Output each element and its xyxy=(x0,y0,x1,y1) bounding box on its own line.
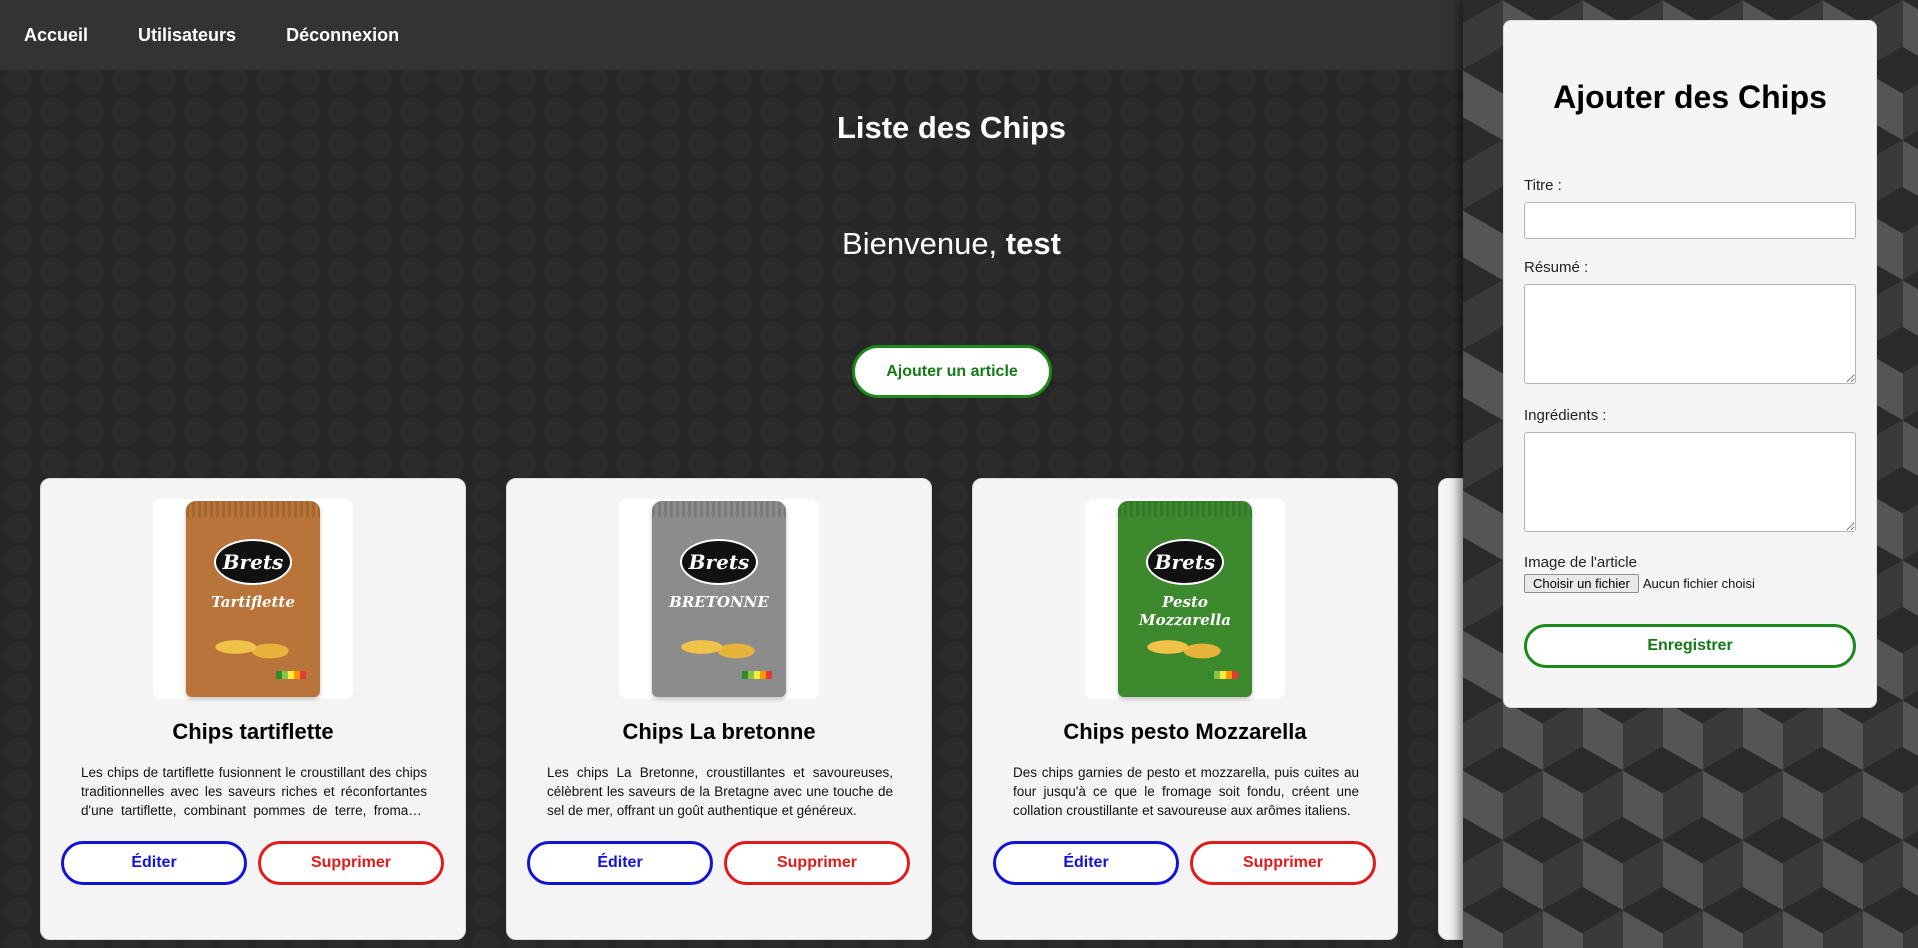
bag-flavor-text: Tartiflette xyxy=(211,593,295,611)
image-label: Image de l'article xyxy=(1524,554,1637,571)
chips-card: Brets BRETONNE Chips La bretonne Les chi… xyxy=(506,478,932,940)
bag-flavor-text: Pesto Mozzarella xyxy=(1139,593,1231,629)
summary-label: Résumé : xyxy=(1524,259,1589,276)
nav-link-deconnexion[interactable]: Déconnexion xyxy=(286,25,399,46)
brand-logo: Brets xyxy=(1146,539,1224,585)
ingredients-textarea[interactable] xyxy=(1524,432,1856,532)
card-description: Les chips La Bretonne, croustillantes et… xyxy=(547,765,893,818)
edit-button[interactable]: Éditer xyxy=(527,841,713,885)
summary-textarea[interactable] xyxy=(1524,284,1856,384)
chips-image: Brets Pesto Mozzarella xyxy=(1085,499,1285,699)
add-chips-side-panel: Ajouter des Chips Titre : Résumé : Ingré… xyxy=(1463,0,1918,948)
delete-button[interactable]: Supprimer xyxy=(1190,841,1376,885)
nav-link-accueil[interactable]: Accueil xyxy=(24,25,88,46)
bag-flavor-text: BRETONNE xyxy=(669,593,769,611)
chips-image: Brets BRETONNE xyxy=(619,499,819,699)
card-title: Chips tartiflette xyxy=(172,719,334,744)
title-input[interactable] xyxy=(1524,202,1856,239)
file-input: Choisir un fichier Aucun fichier choisi xyxy=(1524,574,1755,593)
save-button[interactable]: Enregistrer xyxy=(1524,624,1856,668)
file-status-text: Aucun fichier choisi xyxy=(1642,576,1755,591)
card-title: Chips La bretonne xyxy=(622,719,816,744)
add-article-button[interactable]: Ajouter un article xyxy=(852,345,1052,398)
chips-card: Brets Pesto Mozzarella Chips pesto Mozza… xyxy=(972,478,1398,940)
form-title: Ajouter des Chips xyxy=(1553,79,1827,115)
ingredients-label: Ingrédients : xyxy=(1524,407,1607,424)
card-description: Les chips de tartiflette fusionnent le c… xyxy=(81,765,427,818)
edit-button[interactable]: Éditer xyxy=(61,841,247,885)
chips-image: Brets Tartiflette xyxy=(153,499,353,699)
chips-bag-picture: Brets BRETONNE xyxy=(652,501,786,697)
brand-logo: Brets xyxy=(214,539,292,585)
brand-logo: Brets xyxy=(680,539,758,585)
delete-button[interactable]: Supprimer xyxy=(258,841,444,885)
chips-bag-picture: Brets Pesto Mozzarella xyxy=(1118,501,1252,697)
title-label: Titre : xyxy=(1524,177,1562,194)
chips-card: Brets Tartiflette Chips tartiflette Les … xyxy=(40,478,466,940)
nav-link-utilisateurs[interactable]: Utilisateurs xyxy=(138,25,236,46)
card-title: Chips pesto Mozzarella xyxy=(1063,719,1307,744)
welcome-prefix: Bienvenue, xyxy=(842,226,998,261)
username: test xyxy=(1005,226,1061,261)
chips-bag-picture: Brets Tartiflette xyxy=(186,501,320,697)
edit-button[interactable]: Éditer xyxy=(993,841,1179,885)
choose-file-button[interactable]: Choisir un fichier xyxy=(1524,574,1639,593)
add-chips-form: Ajouter des Chips Titre : Résumé : Ingré… xyxy=(1503,20,1877,708)
card-description: Des chips garnies de pesto et mozzarella… xyxy=(1013,765,1359,818)
delete-button[interactable]: Supprimer xyxy=(724,841,910,885)
